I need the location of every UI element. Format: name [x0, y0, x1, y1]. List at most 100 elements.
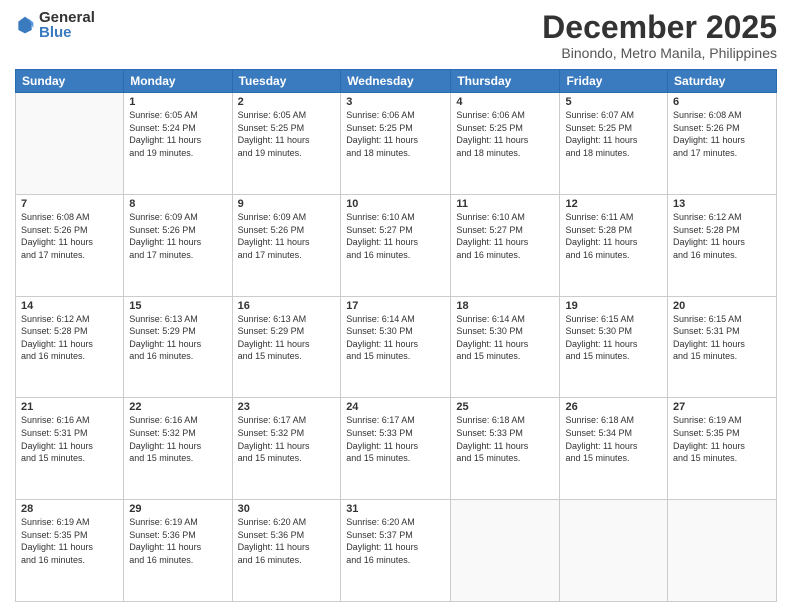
day-number: 1	[129, 96, 226, 108]
cell-content: Sunrise: 6:06 AM Sunset: 5:25 PM Dayligh…	[456, 109, 554, 159]
cell-content: Sunrise: 6:18 AM Sunset: 5:33 PM Dayligh…	[456, 414, 554, 464]
day-number: 19	[565, 300, 662, 312]
table-row: 29Sunrise: 6:19 AM Sunset: 5:36 PM Dayli…	[124, 500, 232, 602]
cell-content: Sunrise: 6:12 AM Sunset: 5:28 PM Dayligh…	[21, 313, 118, 363]
table-row	[668, 500, 777, 602]
cell-content: Sunrise: 6:15 AM Sunset: 5:31 PM Dayligh…	[673, 313, 771, 363]
table-row: 8Sunrise: 6:09 AM Sunset: 5:26 PM Daylig…	[124, 194, 232, 296]
table-row: 27Sunrise: 6:19 AM Sunset: 5:35 PM Dayli…	[668, 398, 777, 500]
logo: General Blue	[15, 10, 95, 40]
col-saturday: Saturday	[668, 70, 777, 93]
day-number: 27	[673, 401, 771, 413]
calendar-week-row: 1Sunrise: 6:05 AM Sunset: 5:24 PM Daylig…	[16, 93, 777, 195]
day-number: 5	[565, 96, 662, 108]
table-row: 4Sunrise: 6:06 AM Sunset: 5:25 PM Daylig…	[451, 93, 560, 195]
day-number: 6	[673, 96, 771, 108]
table-row: 10Sunrise: 6:10 AM Sunset: 5:27 PM Dayli…	[341, 194, 451, 296]
table-row: 21Sunrise: 6:16 AM Sunset: 5:31 PM Dayli…	[16, 398, 124, 500]
day-number: 15	[129, 300, 226, 312]
day-number: 22	[129, 401, 226, 413]
day-number: 7	[21, 198, 118, 210]
table-row	[560, 500, 668, 602]
table-row: 15Sunrise: 6:13 AM Sunset: 5:29 PM Dayli…	[124, 296, 232, 398]
day-number: 4	[456, 96, 554, 108]
day-number: 2	[238, 96, 336, 108]
cell-content: Sunrise: 6:11 AM Sunset: 5:28 PM Dayligh…	[565, 211, 662, 261]
cell-content: Sunrise: 6:18 AM Sunset: 5:34 PM Dayligh…	[565, 414, 662, 464]
table-row: 31Sunrise: 6:20 AM Sunset: 5:37 PM Dayli…	[341, 500, 451, 602]
table-row	[451, 500, 560, 602]
day-number: 26	[565, 401, 662, 413]
cell-content: Sunrise: 6:10 AM Sunset: 5:27 PM Dayligh…	[456, 211, 554, 261]
cell-content: Sunrise: 6:07 AM Sunset: 5:25 PM Dayligh…	[565, 109, 662, 159]
table-row: 16Sunrise: 6:13 AM Sunset: 5:29 PM Dayli…	[232, 296, 341, 398]
calendar-week-row: 7Sunrise: 6:08 AM Sunset: 5:26 PM Daylig…	[16, 194, 777, 296]
cell-content: Sunrise: 6:14 AM Sunset: 5:30 PM Dayligh…	[346, 313, 445, 363]
day-number: 24	[346, 401, 445, 413]
cell-content: Sunrise: 6:19 AM Sunset: 5:36 PM Dayligh…	[129, 516, 226, 566]
day-number: 30	[238, 503, 336, 515]
day-number: 9	[238, 198, 336, 210]
header: General Blue December 2025 Binondo, Metr…	[15, 10, 777, 61]
table-row: 13Sunrise: 6:12 AM Sunset: 5:28 PM Dayli…	[668, 194, 777, 296]
title-block: December 2025 Binondo, Metro Manila, Phi…	[542, 10, 777, 61]
table-row: 2Sunrise: 6:05 AM Sunset: 5:25 PM Daylig…	[232, 93, 341, 195]
cell-content: Sunrise: 6:09 AM Sunset: 5:26 PM Dayligh…	[238, 211, 336, 261]
table-row: 1Sunrise: 6:05 AM Sunset: 5:24 PM Daylig…	[124, 93, 232, 195]
table-row: 12Sunrise: 6:11 AM Sunset: 5:28 PM Dayli…	[560, 194, 668, 296]
table-row: 20Sunrise: 6:15 AM Sunset: 5:31 PM Dayli…	[668, 296, 777, 398]
day-number: 29	[129, 503, 226, 515]
cell-content: Sunrise: 6:16 AM Sunset: 5:32 PM Dayligh…	[129, 414, 226, 464]
cell-content: Sunrise: 6:19 AM Sunset: 5:35 PM Dayligh…	[673, 414, 771, 464]
col-friday: Friday	[560, 70, 668, 93]
cell-content: Sunrise: 6:05 AM Sunset: 5:25 PM Dayligh…	[238, 109, 336, 159]
cell-content: Sunrise: 6:20 AM Sunset: 5:36 PM Dayligh…	[238, 516, 336, 566]
table-row: 14Sunrise: 6:12 AM Sunset: 5:28 PM Dayli…	[16, 296, 124, 398]
cell-content: Sunrise: 6:10 AM Sunset: 5:27 PM Dayligh…	[346, 211, 445, 261]
calendar-week-row: 28Sunrise: 6:19 AM Sunset: 5:35 PM Dayli…	[16, 500, 777, 602]
cell-content: Sunrise: 6:20 AM Sunset: 5:37 PM Dayligh…	[346, 516, 445, 566]
day-number: 3	[346, 96, 445, 108]
table-row	[16, 93, 124, 195]
day-number: 21	[21, 401, 118, 413]
day-number: 23	[238, 401, 336, 413]
day-number: 13	[673, 198, 771, 210]
table-row: 23Sunrise: 6:17 AM Sunset: 5:32 PM Dayli…	[232, 398, 341, 500]
table-row: 5Sunrise: 6:07 AM Sunset: 5:25 PM Daylig…	[560, 93, 668, 195]
cell-content: Sunrise: 6:16 AM Sunset: 5:31 PM Dayligh…	[21, 414, 118, 464]
cell-content: Sunrise: 6:05 AM Sunset: 5:24 PM Dayligh…	[129, 109, 226, 159]
cell-content: Sunrise: 6:15 AM Sunset: 5:30 PM Dayligh…	[565, 313, 662, 363]
day-number: 18	[456, 300, 554, 312]
table-row: 18Sunrise: 6:14 AM Sunset: 5:30 PM Dayli…	[451, 296, 560, 398]
cell-content: Sunrise: 6:06 AM Sunset: 5:25 PM Dayligh…	[346, 109, 445, 159]
col-tuesday: Tuesday	[232, 70, 341, 93]
table-row: 22Sunrise: 6:16 AM Sunset: 5:32 PM Dayli…	[124, 398, 232, 500]
day-number: 28	[21, 503, 118, 515]
calendar-table: Sunday Monday Tuesday Wednesday Thursday…	[15, 69, 777, 602]
cell-content: Sunrise: 6:09 AM Sunset: 5:26 PM Dayligh…	[129, 211, 226, 261]
day-number: 10	[346, 198, 445, 210]
table-row: 6Sunrise: 6:08 AM Sunset: 5:26 PM Daylig…	[668, 93, 777, 195]
table-row: 19Sunrise: 6:15 AM Sunset: 5:30 PM Dayli…	[560, 296, 668, 398]
day-number: 16	[238, 300, 336, 312]
cell-content: Sunrise: 6:19 AM Sunset: 5:35 PM Dayligh…	[21, 516, 118, 566]
cell-content: Sunrise: 6:17 AM Sunset: 5:32 PM Dayligh…	[238, 414, 336, 464]
cell-content: Sunrise: 6:14 AM Sunset: 5:30 PM Dayligh…	[456, 313, 554, 363]
day-number: 8	[129, 198, 226, 210]
table-row: 17Sunrise: 6:14 AM Sunset: 5:30 PM Dayli…	[341, 296, 451, 398]
day-number: 25	[456, 401, 554, 413]
cell-content: Sunrise: 6:12 AM Sunset: 5:28 PM Dayligh…	[673, 211, 771, 261]
day-number: 14	[21, 300, 118, 312]
cell-content: Sunrise: 6:08 AM Sunset: 5:26 PM Dayligh…	[673, 109, 771, 159]
page: General Blue December 2025 Binondo, Metr…	[0, 0, 792, 612]
logo-icon	[15, 15, 35, 35]
col-thursday: Thursday	[451, 70, 560, 93]
col-wednesday: Wednesday	[341, 70, 451, 93]
table-row: 24Sunrise: 6:17 AM Sunset: 5:33 PM Dayli…	[341, 398, 451, 500]
day-number: 31	[346, 503, 445, 515]
col-sunday: Sunday	[16, 70, 124, 93]
subtitle: Binondo, Metro Manila, Philippines	[542, 45, 777, 61]
cell-content: Sunrise: 6:13 AM Sunset: 5:29 PM Dayligh…	[238, 313, 336, 363]
logo-blue-text: Blue	[39, 25, 95, 40]
logo-text: General Blue	[39, 10, 95, 40]
